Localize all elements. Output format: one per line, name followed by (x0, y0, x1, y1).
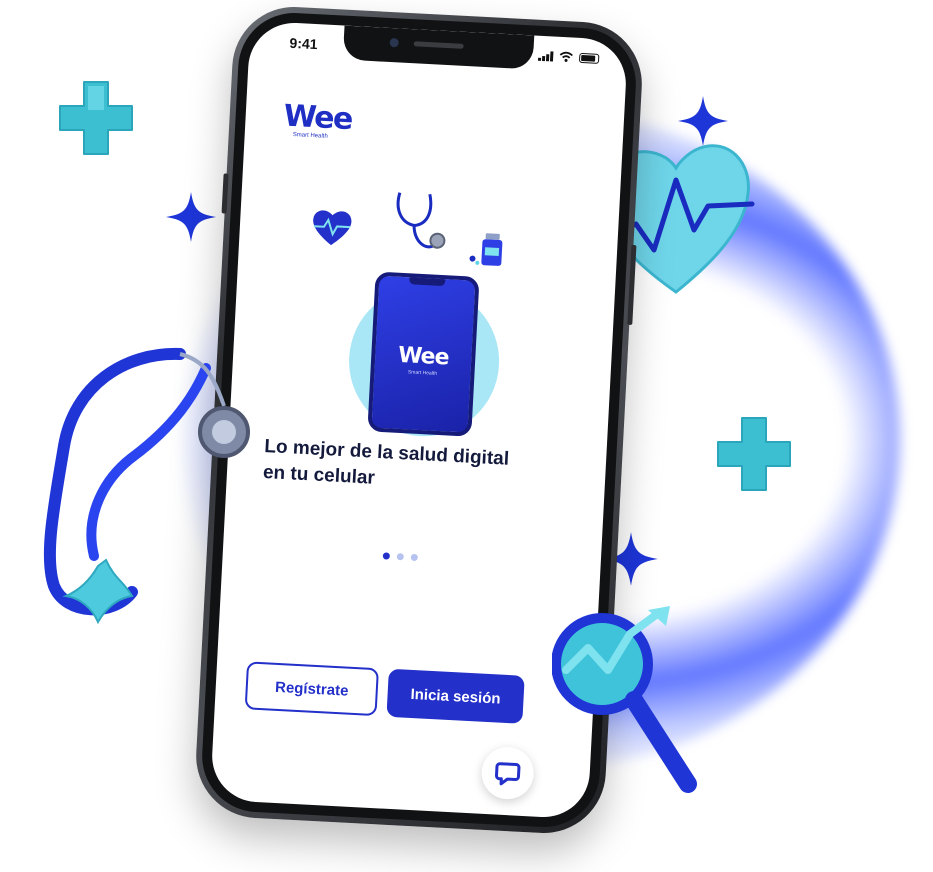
wifi-icon (559, 51, 573, 62)
page-dot[interactable] (410, 553, 418, 562)
chat-button[interactable] (480, 745, 535, 801)
plus-icon (717, 417, 791, 491)
signal-icon (537, 50, 554, 62)
sparkle-icon (166, 192, 216, 242)
mini-brand-name: Wee (397, 342, 450, 371)
heart-icon (313, 210, 352, 246)
promo-stage: 9:41 Wee Smart Health Wee Smart Health L… (0, 0, 933, 872)
onboarding-headline: Lo mejor de la salud digital en tu celul… (262, 434, 554, 500)
chat-icon (494, 762, 521, 786)
status-icons (537, 50, 600, 64)
stethoscope-icon (396, 192, 446, 249)
stethoscope-icon (43, 347, 250, 625)
onboarding-illustration: Wee Smart Health (290, 184, 562, 441)
magnifier-chart-icon (552, 606, 697, 793)
page-dot-active[interactable] (382, 552, 391, 560)
page-dot[interactable] (396, 553, 404, 561)
login-button[interactable]: Inicia sesión (386, 668, 525, 724)
battery-icon (578, 52, 600, 64)
plus-icon (59, 81, 133, 155)
mini-phone-illustration: Wee Smart Health (367, 271, 480, 437)
register-button[interactable]: Regístrate (244, 661, 379, 717)
medicine-bottle-icon (469, 233, 503, 266)
brand-logo: Wee Smart Health (283, 99, 353, 142)
page-indicator (382, 552, 418, 562)
status-time: 9:41 (289, 34, 318, 53)
